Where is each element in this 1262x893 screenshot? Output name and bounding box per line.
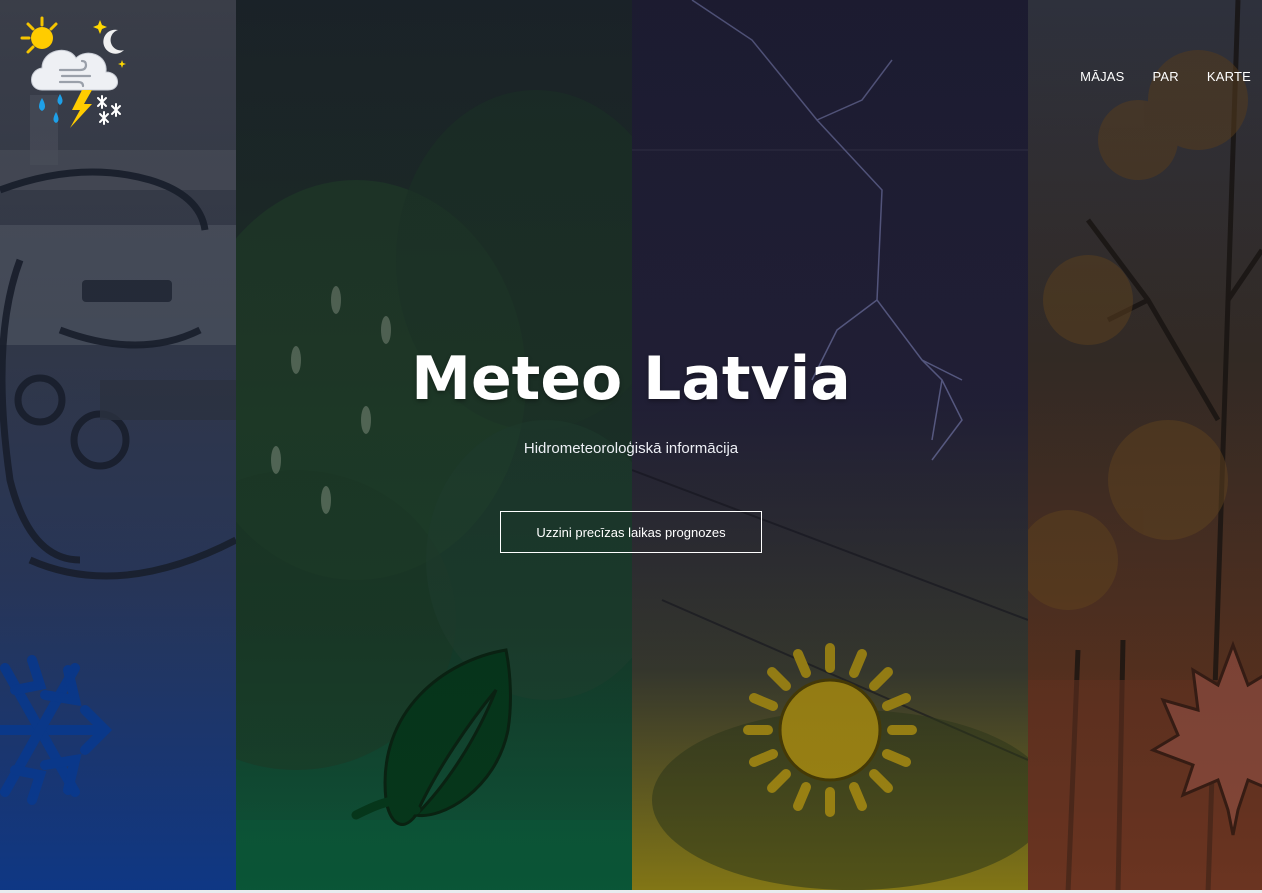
main-nav: MĀJAS PAR KARTE [1066,69,1251,85]
nav-item-majas[interactable]: MĀJAS [1066,69,1138,85]
nav-item-par[interactable]: PAR [1139,69,1193,85]
nav-item-karte[interactable]: KARTE [1193,69,1251,85]
weather-logo-icon[interactable] [20,16,132,132]
site-title: Meteo Latvia [411,344,851,414]
snowflake-icon [0,655,113,805]
hero-section: MĀJAS PAR KARTE Meteo Latvia Hidrometeor… [0,0,1262,893]
sun-icon [743,643,917,817]
forecast-cta-button[interactable]: Uzzini precīzas laikas prognozes [500,511,762,553]
site-subtitle: Hidrometeoroloģiskā informācija [523,440,739,457]
